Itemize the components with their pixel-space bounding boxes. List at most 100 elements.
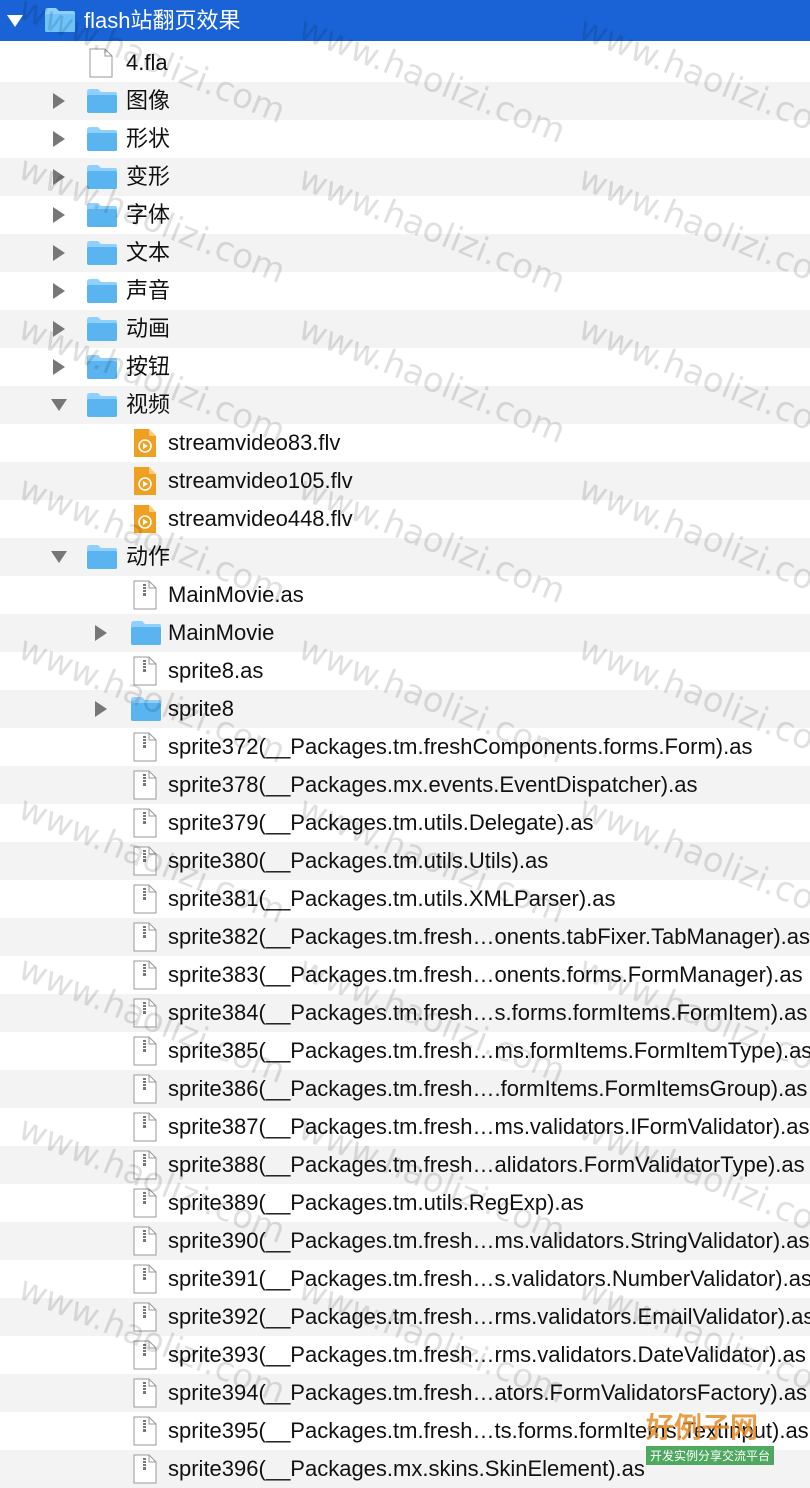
disclosure-collapsed-icon[interactable] <box>48 90 70 112</box>
tree-item-label: MainMovie.as <box>168 582 304 607</box>
disclosure-collapsed-icon[interactable] <box>48 204 70 226</box>
disclosure-collapsed-icon[interactable] <box>48 318 70 340</box>
script-file-icon <box>132 1150 164 1180</box>
tree-file-row[interactable]: sprite382(__Packages.tm.fresh…onents.tab… <box>0 918 810 956</box>
tree-item-label: MainMovie <box>168 620 275 645</box>
tree-file-row[interactable]: sprite386(__Packages.tm.fresh….formItems… <box>0 1070 810 1108</box>
tree-item-label: 动画 <box>126 316 171 341</box>
tree-folder-row[interactable]: 变形 <box>0 158 810 196</box>
tree-item-label: sprite384(__Packages.tm.fresh…s.forms.fo… <box>168 1000 808 1025</box>
disclosure-collapsed-icon[interactable] <box>48 242 70 264</box>
disclosure-expanded-icon[interactable] <box>48 394 70 416</box>
video-file-icon <box>132 504 164 533</box>
tree-item-label: sprite378(__Packages.mx.events.EventDisp… <box>168 772 698 797</box>
tree-root-row[interactable]: flash站翻页效果 <box>0 0 810 41</box>
tree-folder-row[interactable]: 字体 <box>0 196 810 234</box>
tree-root-label: flash站翻页效果 <box>84 8 241 33</box>
tree-item-label: sprite392(__Packages.tm.fresh…rms.valida… <box>168 1304 810 1329</box>
disclosure-collapsed-icon[interactable] <box>48 356 70 378</box>
tree-folder-row[interactable]: 动画 <box>0 310 810 348</box>
disclosure-collapsed-icon[interactable] <box>90 622 112 644</box>
tree-item-label: sprite389(__Packages.tm.utils.RegExp).as <box>168 1190 584 1215</box>
tree-file-row[interactable]: sprite372(__Packages.tm.freshComponents.… <box>0 728 810 766</box>
tree-item-label: 文本 <box>126 240 171 265</box>
folder-icon <box>130 620 162 648</box>
tree-folder-row[interactable]: 文本 <box>0 234 810 272</box>
tree-file-row[interactable]: sprite389(__Packages.tm.utils.RegExp).as <box>0 1184 810 1222</box>
tree-file-row[interactable]: sprite391(__Packages.tm.fresh…s.validato… <box>0 1260 810 1298</box>
tree-file-row[interactable]: sprite380(__Packages.tm.utils.Utils).as <box>0 842 810 880</box>
script-file-icon <box>132 1036 164 1066</box>
script-file-icon <box>132 1112 164 1142</box>
tree-item-label: sprite379(__Packages.tm.utils.Delegate).… <box>168 810 594 835</box>
tree-file-row[interactable]: MainMovie.as <box>0 576 810 614</box>
site-brand-logo: 好例子网 开发实例分享交流平台 <box>642 1406 802 1466</box>
brand-tagline: 开发实例分享交流平台 <box>646 1446 775 1465</box>
tree-item-label: sprite396(__Packages.mx.skins.SkinElemen… <box>168 1456 645 1481</box>
tree-item-label: sprite390(__Packages.tm.fresh…ms.validat… <box>168 1228 810 1253</box>
tree-item-label: 变形 <box>126 164 171 189</box>
tree-file-row[interactable]: sprite378(__Packages.mx.events.EventDisp… <box>0 766 810 804</box>
tree-item-label: sprite391(__Packages.tm.fresh…s.validato… <box>168 1266 810 1291</box>
folder-icon <box>86 202 118 230</box>
folder-icon <box>44 7 76 35</box>
script-file-icon <box>132 960 164 990</box>
document-file-icon <box>88 48 120 78</box>
folder-icon <box>130 696 162 724</box>
tree-item-label: 字体 <box>126 202 171 227</box>
tree-file-row[interactable]: streamvideo83.flv <box>0 424 810 462</box>
script-file-icon <box>132 1378 164 1408</box>
disclosure-expanded-icon[interactable] <box>48 546 70 568</box>
disclosure-expanded-icon[interactable] <box>4 10 26 32</box>
tree-item-label: 动作 <box>126 544 171 569</box>
tree-file-row[interactable]: sprite388(__Packages.tm.fresh…alidators.… <box>0 1146 810 1184</box>
tree-item-label: 4.fla <box>126 50 168 75</box>
tree-folder-row[interactable]: MainMovie <box>0 614 810 652</box>
script-file-icon <box>132 1454 164 1484</box>
tree-file-row[interactable]: sprite385(__Packages.tm.fresh…ms.formIte… <box>0 1032 810 1070</box>
disclosure-collapsed-icon[interactable] <box>48 166 70 188</box>
script-file-icon <box>132 580 164 610</box>
tree-item-label: sprite383(__Packages.tm.fresh…onents.for… <box>168 962 803 987</box>
tree-folder-row[interactable]: 按钮 <box>0 348 810 386</box>
tree-item-label: sprite381(__Packages.tm.utils.XMLParser)… <box>168 886 616 911</box>
folder-icon <box>86 126 118 154</box>
tree-file-row[interactable]: sprite381(__Packages.tm.utils.XMLParser)… <box>0 880 810 918</box>
script-file-icon <box>132 1416 164 1446</box>
video-file-icon <box>132 466 164 495</box>
tree-file-row[interactable]: 4.fla <box>0 44 810 82</box>
folder-icon <box>86 278 118 306</box>
disclosure-collapsed-icon[interactable] <box>90 698 112 720</box>
tree-item-label: 按钮 <box>126 354 171 379</box>
folder-icon <box>86 544 118 572</box>
tree-item-label: sprite372(__Packages.tm.freshComponents.… <box>168 734 753 759</box>
tree-file-row[interactable]: streamvideo105.flv <box>0 462 810 500</box>
tree-folder-row[interactable]: 视频 <box>0 386 810 424</box>
tree-file-row[interactable]: sprite384(__Packages.tm.fresh…s.forms.fo… <box>0 994 810 1032</box>
disclosure-collapsed-icon[interactable] <box>48 128 70 150</box>
script-file-icon <box>132 1188 164 1218</box>
tree-file-row[interactable]: sprite383(__Packages.tm.fresh…onents.for… <box>0 956 810 994</box>
tree-folder-row[interactable]: 形状 <box>0 120 810 158</box>
tree-file-row[interactable]: streamvideo448.flv <box>0 500 810 538</box>
script-file-icon <box>132 846 164 876</box>
tree-item-label: sprite387(__Packages.tm.fresh…ms.validat… <box>168 1114 810 1139</box>
tree-folder-row[interactable]: sprite8 <box>0 690 810 728</box>
tree-file-row[interactable]: sprite379(__Packages.tm.utils.Delegate).… <box>0 804 810 842</box>
tree-item-label: sprite8.as <box>168 658 264 683</box>
script-file-icon <box>132 1302 164 1332</box>
script-file-icon <box>132 1074 164 1104</box>
script-file-icon <box>132 656 164 686</box>
tree-file-row[interactable]: sprite392(__Packages.tm.fresh…rms.valida… <box>0 1298 810 1336</box>
tree-file-row[interactable]: sprite390(__Packages.tm.fresh…ms.validat… <box>0 1222 810 1260</box>
tree-file-row[interactable]: sprite8.as <box>0 652 810 690</box>
tree-file-row[interactable]: sprite393(__Packages.tm.fresh…rms.valida… <box>0 1336 810 1374</box>
tree-file-row[interactable]: sprite387(__Packages.tm.fresh…ms.validat… <box>0 1108 810 1146</box>
disclosure-collapsed-icon[interactable] <box>48 280 70 302</box>
tree-item-label: streamvideo83.flv <box>168 430 341 455</box>
script-file-icon <box>132 732 164 762</box>
tree-folder-row[interactable]: 声音 <box>0 272 810 310</box>
tree-folder-row[interactable]: 动作 <box>0 538 810 576</box>
tree-folder-row[interactable]: 图像 <box>0 82 810 120</box>
brand-name: 好例子网 <box>646 1411 759 1444</box>
